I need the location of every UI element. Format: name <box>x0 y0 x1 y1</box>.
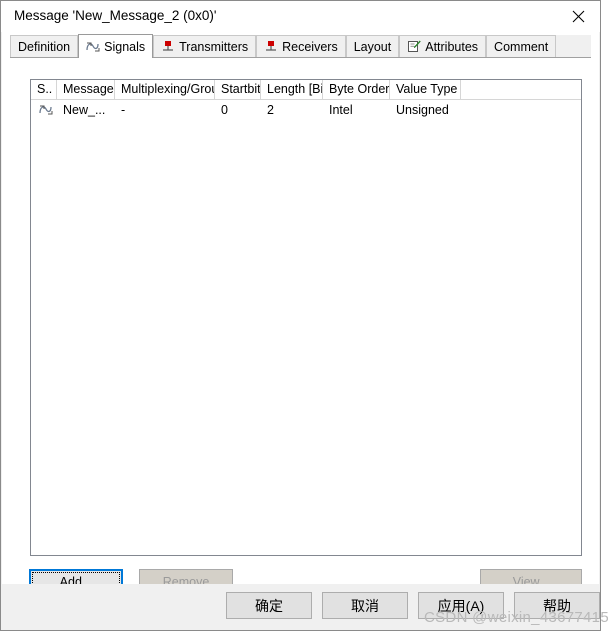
apply-button[interactable]: 应用(A) <box>418 592 504 619</box>
cell-startbit: 0 <box>221 102 228 117</box>
note-pencil-icon <box>407 40 421 54</box>
cell-multiplexing: - <box>121 102 126 117</box>
column-header-message[interactable]: Message <box>57 80 115 99</box>
tab-attributes[interactable]: Attributes <box>399 35 487 57</box>
tab-label: Signals <box>104 39 146 54</box>
tab-receivers[interactable]: Receivers <box>256 35 346 57</box>
tab-strip: Definition Signals Transmitters Receiver… <box>10 34 591 58</box>
window-title: Message 'New_Message_2 (0x0)' <box>14 8 217 23</box>
column-header-value-type[interactable]: Value Type <box>390 80 461 99</box>
column-header-byte-order[interactable]: Byte Order <box>323 80 390 99</box>
row-signal-icon <box>31 103 57 117</box>
cell-message: New_... <box>63 102 106 117</box>
tab-label: Comment <box>494 39 549 54</box>
tab-transmitters[interactable]: Transmitters <box>153 35 257 57</box>
tab-definition[interactable]: Definition <box>10 35 79 57</box>
cell-value-type: Unsigned <box>396 102 449 117</box>
tab-label: Transmitters <box>179 39 249 54</box>
tab-label: Definition <box>18 39 71 54</box>
cell-byte-order: Intel <box>329 102 353 117</box>
node-pin-icon <box>264 40 278 54</box>
dialog-footer: 确定 取消 应用(A) 帮助 <box>2 584 600 630</box>
help-button[interactable]: 帮助 <box>514 592 600 619</box>
column-header-length[interactable]: Length [Bit] <box>261 80 323 99</box>
close-icon[interactable] <box>556 1 600 31</box>
tab-signals[interactable]: Signals <box>78 34 154 58</box>
ok-button[interactable]: 确定 <box>226 592 312 619</box>
node-pin-icon <box>161 40 175 54</box>
column-header-signal-icon[interactable]: S.. <box>31 80 57 99</box>
tab-label: Receivers <box>282 39 338 54</box>
tab-comment[interactable]: Comment <box>486 35 557 57</box>
signal-icon <box>86 40 100 54</box>
title-bar: Message 'New_Message_2 (0x0)' <box>1 1 600 32</box>
table-row[interactable]: New_... - 0 2 Intel Unsigned <box>31 100 581 119</box>
cell-length: 2 <box>267 102 274 117</box>
signals-list[interactable]: S.. Message Multiplexing/Group Startbit … <box>30 79 582 556</box>
tab-layout[interactable]: Layout <box>345 35 400 57</box>
tab-label: Attributes <box>425 39 479 54</box>
dialog-client-area: Definition Signals Transmitters Receiver… <box>2 32 599 594</box>
list-header-row: S.. Message Multiplexing/Group Startbit … <box>31 80 581 100</box>
tab-label: Layout <box>353 39 392 54</box>
cancel-button[interactable]: 取消 <box>322 592 408 619</box>
message-properties-dialog: Message 'New_Message_2 (0x0)' Definition <box>0 0 601 631</box>
column-header-startbit[interactable]: Startbit <box>215 80 261 99</box>
column-header-multiplexing[interactable]: Multiplexing/Group <box>115 80 215 99</box>
list-body: New_... - 0 2 Intel Unsigned <box>31 100 581 119</box>
